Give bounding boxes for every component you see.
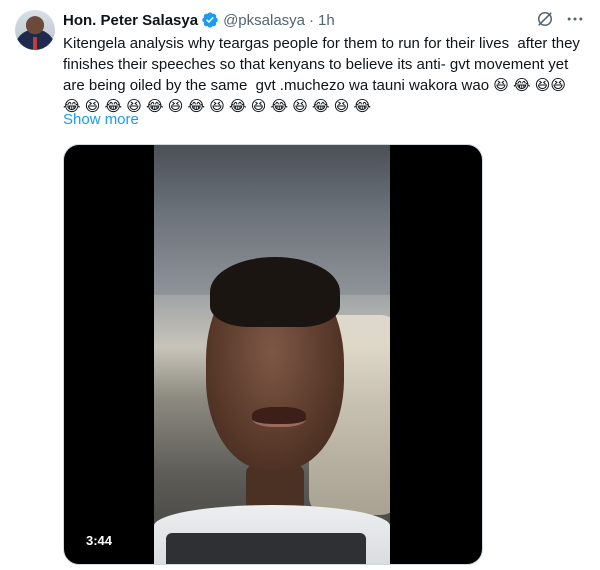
grok-icon[interactable] <box>535 9 555 29</box>
tweet-text: Kitengela analysis why teargas people fo… <box>63 35 585 115</box>
avatar-tie <box>33 37 37 50</box>
author-avatar[interactable] <box>15 10 55 50</box>
author-handle[interactable]: @pksalasya <box>223 12 305 29</box>
person-hair <box>210 257 340 327</box>
tweet-time[interactable]: 1h <box>318 12 335 29</box>
author-name[interactable]: Hon. Peter Salasya <box>63 12 198 29</box>
person-mouth <box>252 407 306 427</box>
tweet-actions-top <box>535 9 585 29</box>
tweet-header: Hon. Peter Salasya @pksalasya · 1h <box>63 9 585 31</box>
video-duration: 3:44 <box>80 531 119 550</box>
video-player[interactable]: 3:44 <box>63 144 483 565</box>
video-thumbnail <box>154 145 390 564</box>
more-options-icon[interactable] <box>565 9 585 29</box>
separator-dot: · <box>309 11 315 29</box>
verified-badge-icon <box>202 12 218 28</box>
dark-object <box>166 533 366 564</box>
show-more-link[interactable]: Show more <box>63 111 139 128</box>
tweet[interactable]: Hon. Peter Salasya @pksalasya · 1h Kiten… <box>0 0 600 570</box>
